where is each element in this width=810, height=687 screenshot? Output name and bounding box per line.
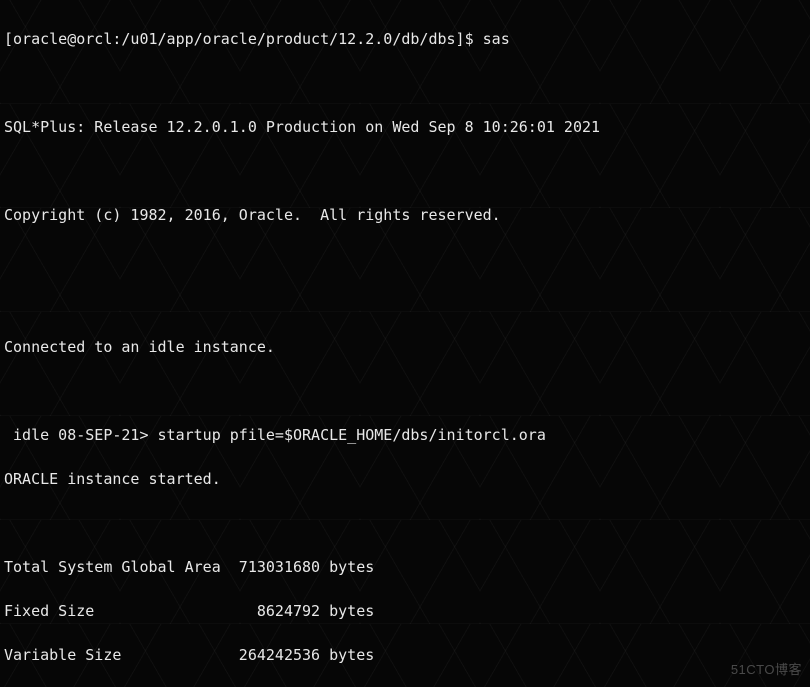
sql-prompt-line: idle 08-SEP-21> startup pfile=$ORACLE_HO… xyxy=(4,424,806,446)
terminal-window[interactable]: [oracle@orcl:/u01/app/oracle/product/12.… xyxy=(0,0,810,687)
sga-row: Total System Global Area 713031680 bytes xyxy=(4,556,806,578)
shell-command: sas xyxy=(483,30,510,48)
blank-line xyxy=(4,512,806,534)
copyright-line: Copyright (c) 1982, 2016, Oracle. All ri… xyxy=(4,204,806,226)
sql-command: startup pfile=$ORACLE_HOME/dbs/initorcl.… xyxy=(158,426,546,444)
blank-line xyxy=(4,72,806,94)
blank-line xyxy=(4,292,806,314)
shell-prompt-line: [oracle@orcl:/u01/app/oracle/product/12.… xyxy=(4,28,806,50)
blank-line xyxy=(4,380,806,402)
blank-line xyxy=(4,160,806,182)
shell-prompt: [oracle@orcl:/u01/app/oracle/product/12.… xyxy=(4,30,483,48)
sga-row: Variable Size 264242536 bytes xyxy=(4,644,806,666)
blank-line xyxy=(4,248,806,270)
instance-started: ORACLE instance started. xyxy=(4,468,806,490)
sqlplus-banner: SQL*Plus: Release 12.2.0.1.0 Production … xyxy=(4,116,806,138)
sql-prompt: idle 08-SEP-21> xyxy=(4,426,158,444)
connected-line: Connected to an idle instance. xyxy=(4,336,806,358)
sga-row: Fixed Size 8624792 bytes xyxy=(4,600,806,622)
